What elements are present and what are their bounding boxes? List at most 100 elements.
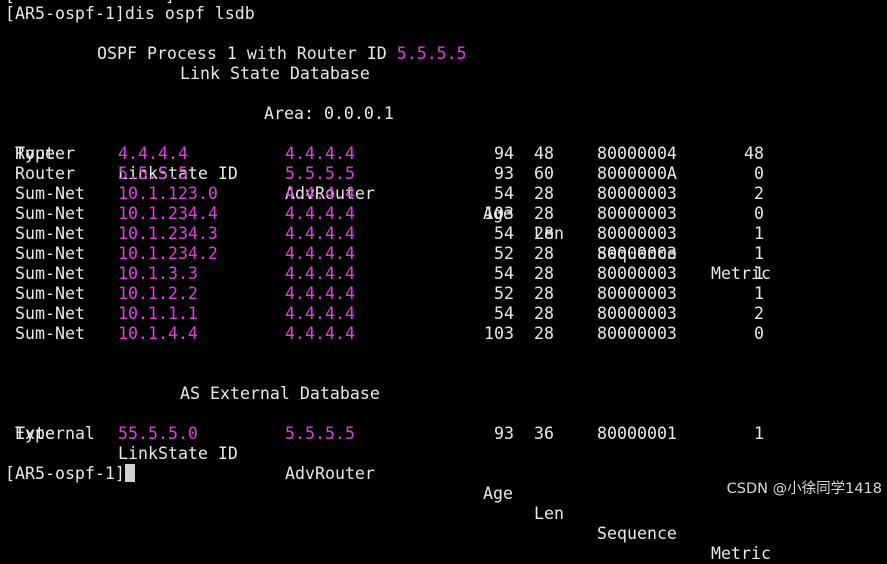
cell-age: 52 <box>494 284 514 303</box>
external-title: AS External Database <box>180 384 380 403</box>
table-row: Sum-Net 10.1.234.2 4.4.4.4 52 28 80000003 1 <box>0 244 887 264</box>
cell-adv-router: 4.4.4.4 <box>285 144 355 163</box>
cell-adv-router: 4.4.4.4 <box>285 244 355 263</box>
process-header-text: OSPF Process 1 with Router ID <box>97 44 397 63</box>
cell-age: 54 <box>494 224 514 243</box>
external-table-header: Type LinkState ID AdvRouter Age Len Sequ… <box>0 404 887 563</box>
area-table-header: Type LinkState ID AdvRouter Age Len Sequ… <box>0 124 887 283</box>
cell-sequence: 80000001 <box>597 424 677 443</box>
cell-metric: 2 <box>754 184 764 203</box>
cell-len: 28 <box>534 324 554 343</box>
col-link-state-id: LinkState ID <box>118 444 238 463</box>
cell-len: 28 <box>534 204 554 223</box>
cell-adv-router: 4.4.4.4 <box>285 284 355 303</box>
cell-link-state-id: 10.1.2.2 <box>118 284 198 303</box>
text-cursor <box>124 464 135 482</box>
table-row: Sum-Net 10.1.123.0 4.4.4.4 54 28 80000003 2 <box>0 184 887 204</box>
router-id: 5.5.5.5 <box>396 44 467 63</box>
cell-type: Sum-Net <box>15 304 85 323</box>
cell-len: 28 <box>534 224 554 243</box>
cell-age: 103 <box>484 204 514 223</box>
cell-link-state-id: 10.1.234.4 <box>118 204 218 223</box>
watermark: CSDN @小徐同学1418 <box>726 481 882 497</box>
cell-metric: 1 <box>754 224 764 243</box>
col-sequence: Sequence <box>597 524 677 543</box>
cell-age: 54 <box>494 304 514 323</box>
table-row: Sum-Net 10.1.2.2 4.4.4.4 52 28 80000003 1 <box>0 284 887 304</box>
cell-age: 93 <box>494 164 514 183</box>
col-age: Age <box>483 484 513 503</box>
cell-len: 36 <box>534 424 554 443</box>
cell-type: Sum-Net <box>15 284 85 303</box>
cell-adv-router: 4.4.4.4 <box>285 264 355 283</box>
lsdb-title: Link State Database <box>180 64 370 83</box>
cell-sequence: 8000000A <box>597 164 677 183</box>
cell-type: External <box>15 424 95 443</box>
cell-type: Sum-Net <box>15 184 85 203</box>
cell-metric: 48 <box>744 144 764 163</box>
table-row: External 55.5.5.0 5.5.5.5 93 36 80000001 1 <box>0 424 887 444</box>
cell-link-state-id: 10.1.1.1 <box>118 304 198 323</box>
cell-len: 28 <box>534 304 554 323</box>
cell-link-state-id: 55.5.5.0 <box>118 424 198 443</box>
table-row: Sum-Net 10.1.1.1 4.4.4.4 54 28 80000003 2 <box>0 304 887 324</box>
cell-sequence: 80000003 <box>597 184 677 203</box>
cell-type: Sum-Net <box>15 224 85 243</box>
cell-sequence: 80000003 <box>597 284 677 303</box>
cell-adv-router: 4.4.4.4 <box>285 184 355 203</box>
col-adv-router: AdvRouter <box>285 464 375 483</box>
cell-sequence: 80000004 <box>597 144 677 163</box>
col-metric: Metric <box>711 544 771 563</box>
cell-link-state-id: 10.1.4.4 <box>118 324 198 343</box>
cell-type: Sum-Net <box>15 244 85 263</box>
cell-metric: 1 <box>754 284 764 303</box>
cell-link-state-id: 10.1.123.0 <box>118 184 218 203</box>
prompt-line[interactable]: [AR5-ospf-1] <box>5 464 135 484</box>
cell-len: 28 <box>534 284 554 303</box>
cell-link-state-id: 5.5.5.5 <box>118 164 188 183</box>
cell-adv-router: 4.4.4.4 <box>285 304 355 323</box>
cell-metric: 0 <box>754 204 764 223</box>
cell-len: 28 <box>534 264 554 283</box>
cell-metric: 0 <box>754 324 764 343</box>
cell-sequence: 80000003 <box>597 244 677 263</box>
cell-age: 54 <box>494 264 514 283</box>
table-row: Sum-Net 10.1.4.4 4.4.4.4 103 28 80000003 0 <box>0 324 887 344</box>
cell-type: Router <box>15 144 75 163</box>
table-row: Router 5.5.5.5 5.5.5.5 93 60 8000000A 0 <box>0 164 887 184</box>
area-label: Area: 0.0.0.1 <box>264 104 394 123</box>
cell-metric: 2 <box>754 304 764 323</box>
cell-link-state-id: 10.1.234.2 <box>118 244 218 263</box>
cell-len: 48 <box>534 144 554 163</box>
cell-adv-router: 4.4.4.4 <box>285 204 355 223</box>
cell-sequence: 80000003 <box>597 324 677 343</box>
cell-sequence: 80000003 <box>597 304 677 323</box>
cell-age: 54 <box>494 184 514 203</box>
cell-age: 93 <box>494 424 514 443</box>
cell-len: 28 <box>534 184 554 203</box>
cell-sequence: 80000003 <box>597 264 677 283</box>
cell-adv-router: 5.5.5.5 <box>285 164 355 183</box>
process-header: OSPF Process 1 with Router ID 5.5.5.5 <box>97 44 467 64</box>
cell-metric: 1 <box>754 264 764 283</box>
table-row: Router 4.4.4.4 4.4.4.4 94 48 80000004 48 <box>0 144 887 164</box>
table-row: Sum-Net 10.1.234.4 4.4.4.4 103 28 80000003 0 <box>0 204 887 224</box>
cell-adv-router: 4.4.4.4 <box>285 324 355 343</box>
cell-age: 94 <box>494 144 514 163</box>
cell-type: Router <box>15 164 75 183</box>
cell-link-state-id: 10.1.3.3 <box>118 264 198 283</box>
cell-link-state-id: 10.1.234.3 <box>118 224 218 243</box>
cell-len: 28 <box>534 244 554 263</box>
cell-age: 103 <box>484 324 514 343</box>
command-line: [AR5-ospf-1]dis ospf lsdb <box>5 4 255 23</box>
table-row: Sum-Net 10.1.234.3 4.4.4.4 54 28 80000003 1 <box>0 224 887 244</box>
cell-adv-router: 5.5.5.5 <box>285 424 355 443</box>
cell-metric: 1 <box>754 244 764 263</box>
terminal-window[interactable]: { "terminal": { "command_line": "[AR5-os… <box>0 0 887 563</box>
cell-age: 52 <box>494 244 514 263</box>
cell-type: Sum-Net <box>15 204 85 223</box>
cell-len: 60 <box>534 164 554 183</box>
cell-metric: 1 <box>754 424 764 443</box>
cell-sequence: 80000003 <box>597 224 677 243</box>
col-len: Len <box>534 504 564 523</box>
